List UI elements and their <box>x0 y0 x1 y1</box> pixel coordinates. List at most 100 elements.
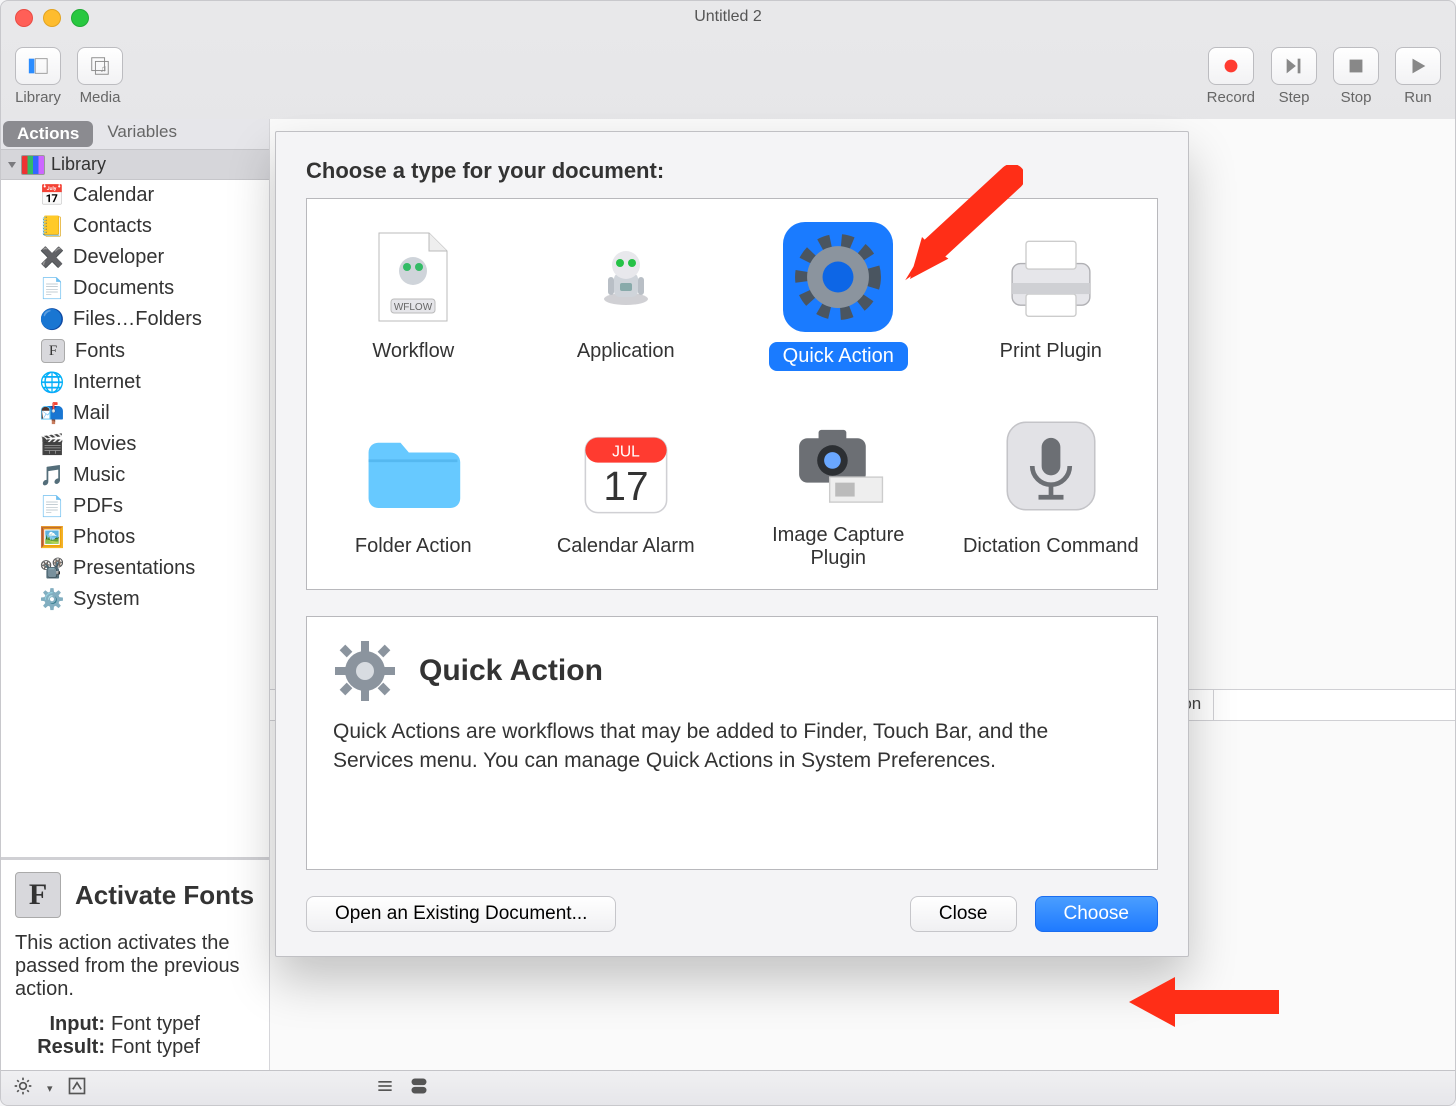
movies-icon: 🎬 <box>41 434 63 456</box>
application-icon <box>576 227 676 327</box>
sidebar-item-developer[interactable]: ✖️ Developer <box>1 242 269 273</box>
sidebar-item-label: PDFs <box>73 495 123 518</box>
chevron-down-icon[interactable]: ▾ <box>47 1082 53 1095</box>
sidebar-item-label: Developer <box>73 246 164 269</box>
close-button[interactable]: Close <box>910 896 1017 932</box>
record-icon <box>1208 47 1254 85</box>
library-sidebar: Actions Variables Library 📅 Calendar 📒 Cont… <box>1 119 270 1071</box>
sidebar-item-system[interactable]: ⚙️System <box>1 584 269 615</box>
photos-icon: 🖼️ <box>41 527 63 549</box>
run-button[interactable]: Run <box>1395 47 1441 106</box>
category-list[interactable]: 📅Calendar📒Contacts✖️Developer📄Documents🔵… <box>1 180 269 857</box>
stop-icon <box>1333 47 1379 85</box>
library-header[interactable]: Library <box>1 149 269 180</box>
sidebar-item-contacts[interactable]: 📒 Contacts <box>1 211 269 242</box>
gear-menu-icon[interactable] <box>13 1076 33 1101</box>
sidebar-item-label: Mail <box>73 402 110 425</box>
type-workflow[interactable]: WFLOW Workflow <box>307 199 520 394</box>
stop-button[interactable]: Stop <box>1333 47 1379 106</box>
quick-action-icon <box>783 222 893 332</box>
document-type-grid: WFLOW Workflow Application Quick Action <box>306 198 1158 590</box>
open-existing-button[interactable]: Open an Existing Document... <box>306 896 616 932</box>
step-icon <box>1271 47 1317 85</box>
step-button[interactable]: Step <box>1271 47 1317 106</box>
window-title: Untitled 2 <box>694 8 762 26</box>
sidebar-tabs: Actions Variables <box>1 119 269 149</box>
svg-text:JUL: JUL <box>612 443 640 460</box>
bottombar: ▾ <box>1 1070 1455 1105</box>
library-icon <box>15 47 61 85</box>
finder-icon: 🔵 <box>41 309 63 331</box>
disclosure-triangle-icon[interactable] <box>8 162 16 168</box>
titlebar: Untitled 2 <box>1 1 1455 33</box>
type-application[interactable]: Application <box>520 199 733 394</box>
annotation-arrow-quick-action <box>893 165 1023 285</box>
sidebar-item-label: Photos <box>73 526 135 549</box>
svg-text:17: 17 <box>603 463 648 509</box>
sidebar-item-files-folders[interactable]: 🔵 Files…Folders <box>1 304 269 335</box>
svg-text:♫: ♫ <box>100 63 107 73</box>
sidebar-item-internet[interactable]: 🌐 Internet <box>1 367 269 398</box>
media-icon: ♫ <box>77 47 123 85</box>
sidebar-item-label: Internet <box>73 371 141 394</box>
flow-view-icon[interactable] <box>409 1076 429 1101</box>
sidebar-item-label: Presentations <box>73 557 195 580</box>
description-toggle-icon[interactable] <box>67 1076 87 1101</box>
sidebar-item-photos[interactable]: 🖼️ Photos <box>1 522 269 553</box>
type-dictation-command[interactable]: Dictation Command <box>945 394 1158 589</box>
fonts-icon: F <box>15 872 61 918</box>
close-window-button[interactable] <box>15 9 33 27</box>
folder-action-icon <box>363 422 463 522</box>
mail-icon: 📬 <box>41 403 63 425</box>
type-calendar-alarm[interactable]: JUL17 Calendar Alarm <box>520 394 733 589</box>
detail-title: Activate Fonts <box>75 880 254 911</box>
automator-window: Untitled 2 Library ♫ Media Record Step <box>0 0 1456 1106</box>
presentations-icon: 📽️ <box>41 558 63 580</box>
action-detail: F Activate Fonts This action activates t… <box>1 857 269 1071</box>
internet-icon: 🌐 <box>41 372 63 394</box>
gear-icon <box>333 639 397 703</box>
dialog-info-body: Quick Actions are workflows that may be … <box>333 717 1131 776</box>
run-icon <box>1395 47 1441 85</box>
contacts-icon: 📒 <box>41 216 63 238</box>
calendar-alarm-icon: JUL 17 <box>576 422 676 522</box>
type-image-capture-plugin[interactable]: Image Capture Plugin <box>732 394 945 589</box>
list-view-icon[interactable] <box>375 1076 395 1101</box>
dialog-info-title: Quick Action <box>419 654 603 688</box>
calendar-icon: 📅 <box>41 185 63 207</box>
sidebar-item-pdfs[interactable]: 📄PDFs <box>1 491 269 522</box>
library-stack-icon <box>21 155 45 175</box>
sidebar-item-movies[interactable]: 🎬 Movies <box>1 429 269 460</box>
library-button[interactable]: Library <box>15 47 61 106</box>
documents-icon: 📄 <box>41 278 63 300</box>
sidebar-item-music[interactable]: 🎵Music <box>1 460 269 491</box>
dialog-info: Quick Action Quick Actions are workflows… <box>306 616 1158 870</box>
sidebar-item-label: Files…Folders <box>73 308 202 331</box>
sidebar-item-fonts[interactable]: F Fonts <box>1 335 269 367</box>
type-folder-action[interactable]: Folder Action <box>307 394 520 589</box>
sidebar-item-label: Contacts <box>73 215 152 238</box>
record-button[interactable]: Record <box>1207 47 1255 106</box>
developer-icon: ✖️ <box>41 247 63 269</box>
fonts-icon: F <box>41 339 65 363</box>
variables-tab[interactable]: Variables <box>93 119 191 149</box>
media-button[interactable]: ♫ Media <box>77 47 123 106</box>
dialog-heading: Choose a type for your document: <box>306 158 1158 184</box>
sidebar-item-label: Movies <box>73 433 136 456</box>
image-capture-icon <box>788 411 888 511</box>
sidebar-item-mail[interactable]: 📬 Mail <box>1 398 269 429</box>
zoom-window-button[interactable] <box>71 9 89 27</box>
choose-button[interactable]: Choose <box>1035 896 1159 932</box>
svg-text:WFLOW: WFLOW <box>394 302 433 313</box>
sidebar-item-calendar[interactable]: 📅 Calendar <box>1 180 269 211</box>
sidebar-item-label: System <box>73 588 140 611</box>
sidebar-item-label: Calendar <box>73 184 154 207</box>
sidebar-item-presentations[interactable]: 📽️ Presentations <box>1 553 269 584</box>
actions-tab[interactable]: Actions <box>3 121 93 147</box>
document-type-dialog: Choose a type for your document: WFLOW W… <box>275 131 1189 957</box>
minimize-window-button[interactable] <box>43 9 61 27</box>
sidebar-item-label: Music <box>73 464 125 487</box>
toolbar: Library ♫ Media Record Step Stop Run <box>1 33 1455 119</box>
sidebar-item-documents[interactable]: 📄Documents <box>1 273 269 304</box>
sidebar-item-label: Fonts <box>75 340 125 363</box>
